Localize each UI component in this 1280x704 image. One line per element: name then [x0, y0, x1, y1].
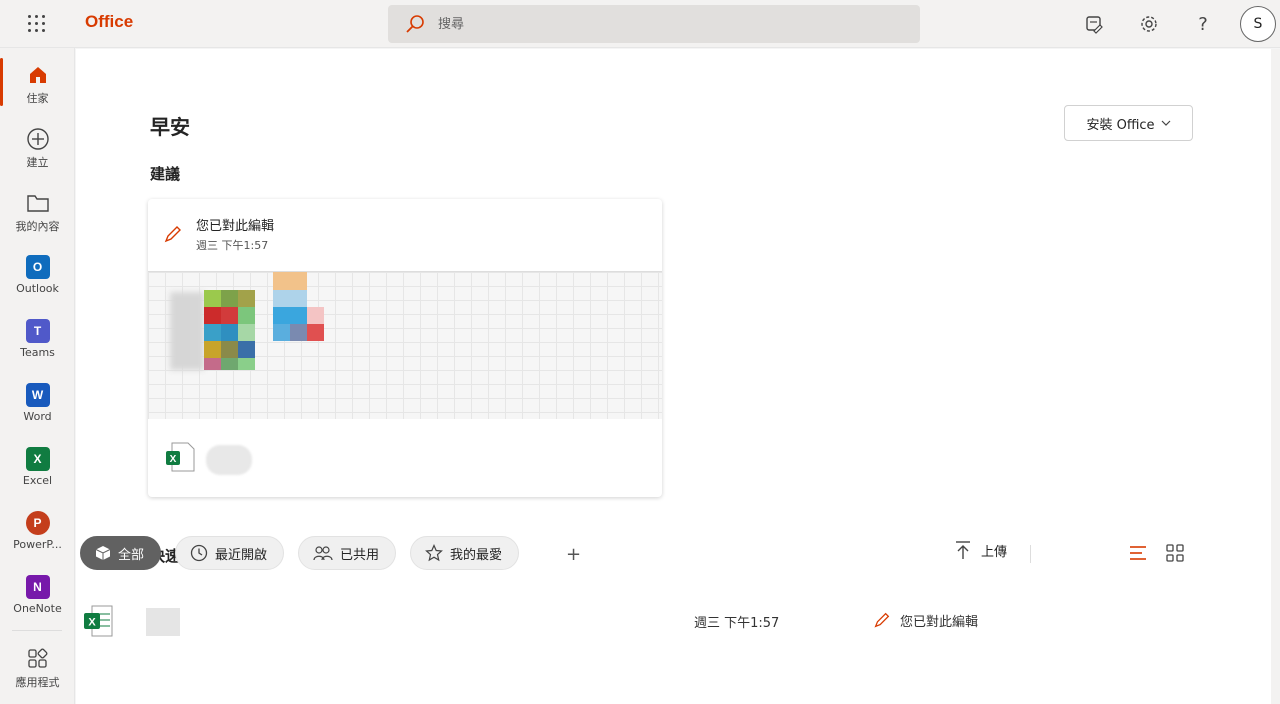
left-app-rail: 住家 建立 我的內容 O Outlook T Teams W Word X Ex… — [0, 48, 75, 704]
filter-recently-opened[interactable]: 最近開啟 — [175, 536, 285, 570]
blurred-file-name — [146, 608, 180, 636]
top-bar: Office ? S — [0, 0, 1280, 48]
grid-view-button[interactable] — [1163, 541, 1187, 565]
file-activity: 您已對此編輯 — [872, 610, 978, 630]
plus-circle-icon — [25, 126, 51, 152]
greeting-heading: 早安 — [150, 115, 190, 139]
rail-label: 我的內容 — [15, 220, 60, 233]
settings-gear-icon[interactable] — [1135, 10, 1163, 38]
teams-icon: T — [25, 319, 50, 343]
search-box[interactable] — [388, 5, 920, 43]
toolbar-divider — [1030, 545, 1031, 563]
filter-label: 最近開啟 — [215, 547, 268, 563]
rail-item-word[interactable]: W Word — [0, 372, 75, 432]
filter-label: 我的最愛 — [450, 547, 503, 563]
filter-label: 全部 — [118, 547, 145, 563]
spreadsheet-thumbnail — [148, 271, 662, 419]
file-timestamp: 週三 下午1:57 — [694, 616, 780, 631]
upload-arrow-icon — [956, 541, 970, 559]
onenote-icon: N — [25, 575, 50, 599]
card-activity-text: 您已對此編輯 — [196, 219, 275, 234]
cube-icon — [95, 546, 111, 560]
apps-grid-icon — [25, 646, 51, 672]
outlook-icon: O — [25, 255, 50, 279]
svg-text:X: X — [170, 454, 177, 465]
app-launcher-icon[interactable] — [26, 13, 48, 35]
rail-item-apps[interactable]: 應用程式 — [0, 636, 75, 696]
rail-item-onenote[interactable]: N OneNote — [0, 564, 75, 624]
rail-label: 應用程式 — [15, 676, 60, 689]
filter-all[interactable]: 全部 — [80, 536, 162, 570]
rail-label: OneNote — [13, 602, 62, 615]
search-input[interactable] — [438, 16, 858, 32]
list-view-icon — [1130, 546, 1146, 560]
file-row[interactable]: X 週三 下午1:57 您已對此編輯 — [76, 596, 1176, 646]
home-icon — [25, 62, 51, 88]
rail-label: Word — [23, 410, 52, 423]
rail-item-create[interactable]: 建立 — [0, 116, 75, 176]
recommended-file-card[interactable]: 您已對此編輯 週三 下午1:57 X — [148, 199, 662, 497]
help-icon[interactable]: ? — [1189, 10, 1217, 38]
powerpoint-icon: P — [25, 511, 50, 535]
search-icon — [406, 15, 424, 33]
pencil-icon — [874, 612, 890, 628]
office-brand-link[interactable]: Office — [85, 12, 133, 32]
list-view-button[interactable] — [1126, 541, 1150, 565]
rail-item-home[interactable]: 住家 — [0, 52, 75, 112]
card-header: 您已對此編輯 週三 下午1:57 — [148, 199, 662, 271]
rail-label: Excel — [22, 474, 53, 487]
rail-label: Teams — [20, 346, 55, 359]
avatar[interactable]: S — [1240, 6, 1276, 42]
upload-button[interactable]: 上傳 — [955, 540, 1007, 560]
rail-label: 住家 — [26, 92, 49, 105]
excel-file-icon: X — [84, 605, 113, 637]
file-activity-text: 您已對此編輯 — [900, 614, 979, 630]
svg-text:X: X — [88, 617, 96, 629]
folder-icon — [25, 190, 51, 216]
people-icon — [313, 546, 333, 561]
install-office-button[interactable]: 安裝 Office — [1064, 105, 1193, 141]
add-filter-button[interactable]: + — [566, 544, 581, 565]
rail-label: PowerP... — [13, 538, 62, 551]
clock-icon — [190, 544, 208, 562]
grid-view-icon — [1166, 544, 1184, 562]
rail-item-powerpoint[interactable]: P PowerP... — [0, 500, 75, 560]
filter-label: 已共用 — [340, 547, 380, 563]
card-footer: X — [148, 419, 662, 497]
star-icon — [425, 544, 443, 562]
excel-file-icon: X — [166, 442, 195, 472]
upload-label: 上傳 — [981, 544, 1008, 560]
word-icon: W — [25, 383, 50, 407]
pencil-icon — [164, 226, 181, 243]
rail-divider — [12, 630, 62, 631]
filter-shared[interactable]: 已共用 — [298, 536, 397, 570]
filter-favorites[interactable]: 我的最愛 — [410, 536, 520, 570]
filter-pills: 全部 最近開啟 已共用 我的最愛 — [80, 536, 520, 570]
scrollbar[interactable] — [1271, 49, 1280, 704]
chevron-down-icon — [1161, 120, 1170, 126]
recommended-heading: 建議 — [150, 165, 181, 183]
excel-icon: X — [25, 447, 50, 471]
feedback-icon[interactable] — [1080, 10, 1108, 38]
rail-item-outlook[interactable]: O Outlook — [0, 244, 75, 304]
rail-item-excel[interactable]: X Excel — [0, 436, 75, 496]
rail-label: Outlook — [16, 282, 59, 295]
rail-label: 建立 — [26, 156, 49, 169]
install-office-label: 安裝 Office — [1086, 117, 1155, 133]
blurred-file-name — [206, 445, 252, 475]
rail-item-teams[interactable]: T Teams — [0, 308, 75, 368]
card-timestamp: 週三 下午1:57 — [196, 239, 269, 252]
rail-item-my-content[interactable]: 我的內容 — [0, 180, 75, 240]
